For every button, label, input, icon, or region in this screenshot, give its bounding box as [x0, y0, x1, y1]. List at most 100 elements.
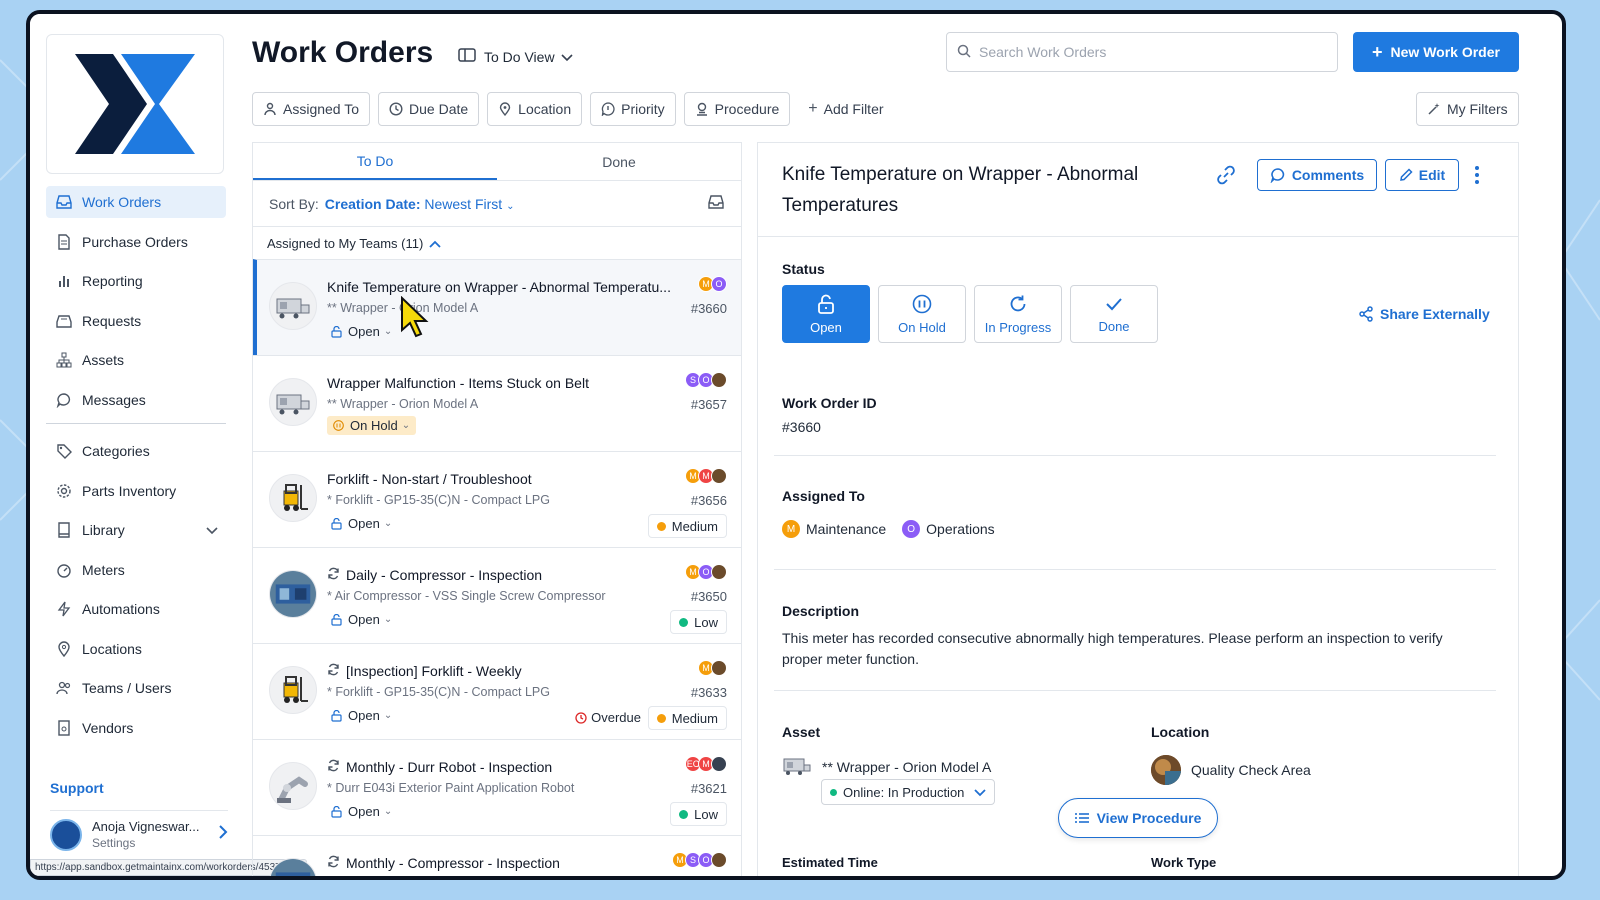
- logo[interactable]: [46, 34, 224, 174]
- sidebar-item-label: Teams / Users: [82, 680, 172, 696]
- filter-location[interactable]: Location: [487, 92, 583, 126]
- sidebar-item-teams-users[interactable]: Teams / Users: [46, 672, 226, 704]
- avatar: O: [711, 276, 727, 292]
- view-procedure-button[interactable]: View Procedure: [1058, 798, 1218, 838]
- add-filter-button[interactable]: + Add Filter: [798, 92, 893, 126]
- inbox-icon[interactable]: [707, 194, 725, 213]
- sidebar-item-reporting[interactable]: Reporting: [46, 265, 226, 297]
- sidebar-item-meters[interactable]: Meters: [46, 554, 226, 586]
- user-profile[interactable]: Anoja Vigneswar... Settings: [50, 810, 228, 851]
- sidebar-item-locations[interactable]: Locations: [46, 633, 226, 665]
- sidebar-item-label: Parts Inventory: [82, 482, 177, 499]
- lock-open-icon: [817, 294, 835, 314]
- sidebar-item-label: Categories: [82, 443, 150, 459]
- work-order-id: #3660: [690, 301, 727, 316]
- more-options-icon[interactable]: [1474, 165, 1480, 189]
- my-filters-button[interactable]: My Filters: [1416, 92, 1519, 126]
- work-order-row[interactable]: Forklift - Non-start / Troubleshoot * For…: [253, 451, 741, 547]
- status-dropdown[interactable]: On Hold ⌄: [327, 416, 417, 435]
- avatar: [711, 564, 727, 580]
- work-order-title-text: Knife Temperature on Wrapper - Abnormal …: [327, 279, 671, 295]
- status-dropdown[interactable]: Open ⌄: [331, 804, 392, 819]
- work-order-row[interactable]: Wrapper Malfunction - Items Stuck on Bel…: [253, 355, 741, 451]
- filter-label: Due Date: [409, 101, 469, 117]
- overdue-label: Overdue: [591, 710, 641, 725]
- filter-priority[interactable]: Priority: [590, 92, 676, 126]
- work-order-row[interactable]: [Inspection] Forklift - Weekly * Forklift…: [253, 643, 741, 739]
- status-button-in-progress[interactable]: In Progress: [974, 285, 1062, 343]
- sidebar-item-vendors[interactable]: Vendors: [46, 712, 226, 744]
- sidebar-item-label: Automations: [82, 601, 160, 617]
- columns-icon: [458, 48, 476, 65]
- work-order-title: Wrapper Malfunction - Items Stuck on Bel…: [327, 375, 589, 391]
- edit-button[interactable]: Edit: [1385, 159, 1459, 191]
- team-chip[interactable]: M Maintenance: [782, 520, 886, 538]
- filter-procedure[interactable]: Procedure: [683, 92, 791, 126]
- work-order-row[interactable]: Daily - Compressor - Inspection * Air Com…: [253, 547, 741, 643]
- inbox-icon: [56, 194, 72, 210]
- filter-label: Assigned To: [283, 101, 360, 117]
- filter-due-date[interactable]: Due Date: [378, 92, 480, 126]
- sidebar-item-parts-inventory[interactable]: Parts Inventory: [46, 475, 226, 507]
- priority-badge: Medium: [647, 706, 727, 730]
- tag-icon: [56, 443, 72, 459]
- chevron-up-icon: [429, 236, 441, 251]
- support-link[interactable]: Support: [50, 780, 104, 796]
- work-order-row[interactable]: Monthly - Compressor - Inspection M S O: [253, 835, 741, 876]
- team-avatar: O: [902, 520, 921, 538]
- sidebar-item-work-orders[interactable]: Work Orders: [46, 186, 226, 218]
- tray-icon: [56, 313, 72, 329]
- estimated-time-label: Estimated Time: [782, 855, 878, 870]
- sidebar-item-categories[interactable]: Categories: [46, 435, 226, 467]
- filter-assigned-to[interactable]: Assigned To: [252, 92, 371, 126]
- status-button-on-hold[interactable]: On Hold: [878, 285, 966, 343]
- assignee-avatars: M: [698, 660, 727, 676]
- status-button-label: On Hold: [898, 319, 946, 335]
- filter-label: Location: [518, 101, 572, 117]
- work-order-asset: * Forklift - GP15-35(C)N - Compact LPG: [327, 493, 550, 507]
- location-link[interactable]: Quality Check Area: [1151, 755, 1311, 785]
- lock-open-icon: [331, 805, 342, 818]
- comments-button[interactable]: Comments: [1257, 159, 1377, 191]
- tab-done[interactable]: Done: [497, 143, 741, 180]
- status-button-done[interactable]: Done: [1070, 285, 1158, 343]
- sort-selector[interactable]: Creation Date: Newest First ⌄: [325, 196, 515, 212]
- view-selector[interactable]: To Do View: [458, 48, 573, 65]
- chevron-down-icon[interactable]: [206, 522, 218, 538]
- priority-dot: [656, 713, 666, 723]
- work-order-row[interactable]: Knife Temperature on Wrapper - Abnormal …: [253, 259, 741, 355]
- assignee-avatars: SO: [685, 372, 727, 388]
- asset-status-dropdown[interactable]: Online: In Production: [821, 779, 996, 805]
- sidebar: Work Orders Purchase Orders Reporting Reque…: [30, 14, 308, 876]
- sidebar-item-automations[interactable]: Automations: [46, 593, 226, 625]
- status-button-open[interactable]: Open: [782, 285, 870, 343]
- location-name: Quality Check Area: [1191, 762, 1311, 778]
- status-button-label: In Progress: [984, 319, 1052, 335]
- tab-to-do[interactable]: To Do: [253, 143, 497, 180]
- share-externally-button[interactable]: Share Externally: [1358, 306, 1490, 322]
- sidebar-item-requests[interactable]: Requests: [46, 305, 226, 337]
- status-dropdown[interactable]: Open ⌄: [331, 612, 392, 627]
- lock-open-icon: [331, 709, 342, 722]
- sidebar-item-purchase-orders[interactable]: Purchase Orders: [46, 226, 226, 258]
- search-input[interactable]: [979, 44, 1319, 60]
- status-dropdown[interactable]: Open ⌄: [331, 324, 392, 339]
- sidebar-item-library[interactable]: Library: [46, 514, 226, 546]
- sidebar-divider: [46, 423, 226, 424]
- work-order-id-label: Work Order ID: [782, 395, 877, 411]
- team-chip[interactable]: O Operations: [902, 520, 995, 538]
- status-dropdown[interactable]: Open ⌄: [331, 708, 392, 723]
- status-dropdown[interactable]: Open ⌄: [331, 516, 392, 531]
- link-icon[interactable]: [1216, 165, 1236, 188]
- sort-label: Sort By:: [269, 195, 319, 212]
- group-header[interactable]: Assigned to My Teams (11): [253, 227, 741, 259]
- hierarchy-icon: [56, 352, 72, 368]
- comments-label: Comments: [1291, 167, 1365, 183]
- sidebar-item-assets[interactable]: Assets: [46, 344, 226, 376]
- new-work-order-button[interactable]: + New Work Order: [1353, 32, 1519, 72]
- work-order-title-text: Forklift - Non-start / Troubleshoot: [327, 471, 532, 487]
- search-bar[interactable]: [946, 32, 1338, 72]
- work-order-row[interactable]: Monthly - Durr Robot - Inspection * Durr …: [253, 739, 741, 835]
- asset-link[interactable]: ** Wrapper - Orion Model A: [782, 753, 991, 780]
- sidebar-item-messages[interactable]: Messages: [46, 384, 226, 416]
